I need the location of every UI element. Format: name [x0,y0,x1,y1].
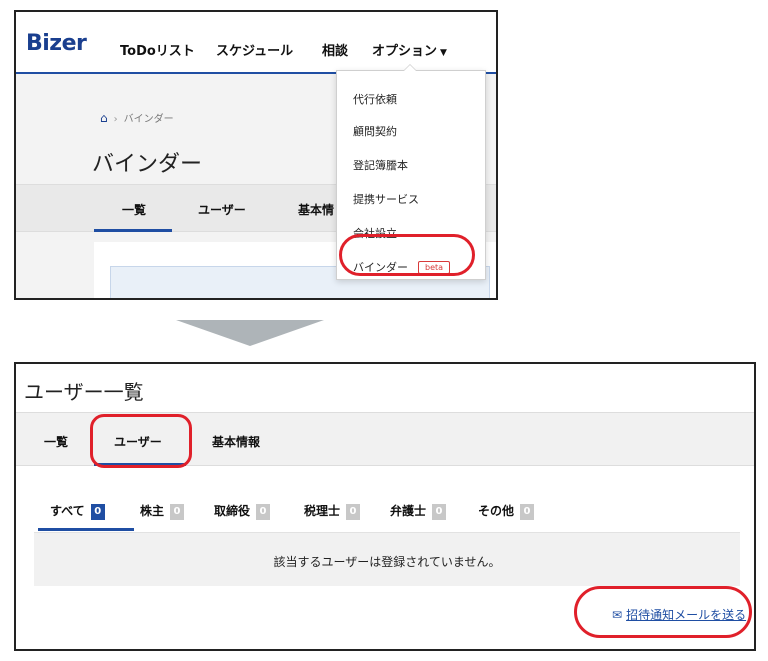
chevron-right-icon: › [113,114,118,125]
filter-label: 株主 [140,504,165,518]
highlight-invite-link [574,586,752,638]
count-badge: 0 [432,504,447,520]
breadcrumb-current: バインダー [123,114,174,125]
menu-item-proxy-request[interactable]: 代行依頼 [353,91,397,107]
nav-schedule[interactable]: スケジュール [216,40,293,59]
nav-option-label: オプション [372,44,438,59]
breadcrumb: ⌂ › バインダー [100,110,174,125]
active-filter-indicator [38,528,134,531]
page-title: バインダー [92,152,203,177]
menu-item-registry-copy[interactable]: 登記簿謄本 [353,157,408,173]
tab-users[interactable]: ユーザー [198,201,246,218]
top-header: Bizer ToDoリスト スケジュール 相談 オプション ▼ [16,12,496,74]
tab-list[interactable]: 一覧 [44,433,68,450]
filter-label: 弁護士 [390,504,427,518]
filter-all[interactable]: すべて 0 [50,502,105,520]
tab-basic-info[interactable]: 基本情 [298,201,334,218]
page-title: ユーザー一覧 [24,380,144,404]
filter-director[interactable]: 取締役 0 [214,502,271,520]
highlight-users-tab [90,414,192,468]
filter-lawyer[interactable]: 弁護士 0 [390,502,447,520]
tab-basic-info[interactable]: 基本情報 [212,433,260,450]
count-badge: 0 [90,504,105,520]
bottom-screenshot-panel: ユーザー一覧 一覧 ユーザー 基本情報 すべて 0 株主 0 取締役 0 税理士 0 弁… [14,362,756,651]
caret-down-icon: ▼ [440,48,447,58]
count-badge: 0 [346,504,361,520]
empty-state-message: 該当するユーザーは登録されていません。 [273,555,501,569]
tab-list[interactable]: 一覧 [122,201,146,218]
nav-option[interactable]: オプション ▼ [372,40,447,59]
filter-label: その他 [478,504,515,518]
menu-item-partner-services[interactable]: 提携サービス [353,191,419,207]
count-badge: 0 [256,504,271,520]
down-arrow-icon [176,320,324,346]
filter-tax-accountant[interactable]: 税理士 0 [304,502,361,520]
filter-label: 税理士 [304,504,341,518]
menu-item-advisory-contract[interactable]: 顧問契約 [353,123,397,139]
count-badge: 0 [520,504,535,520]
filter-label: すべて [50,504,85,518]
filter-other[interactable]: その他 0 [478,502,535,520]
nav-consult[interactable]: 相談 [322,40,348,59]
home-icon[interactable]: ⌂ [100,111,108,125]
top-screenshot-panel: Bizer ToDoリスト スケジュール 相談 オプション ▼ ⌂ › バインダー バ… [14,10,498,300]
role-filter-tabs: すべて 0 株主 0 取締役 0 税理士 0 弁護士 0 その他 0 [34,498,752,534]
active-tab-indicator [94,229,172,232]
filter-label: 取締役 [214,504,251,518]
brand-logo[interactable]: Bizer [26,31,87,56]
empty-state-box: 該当するユーザーは登録されていません。 [34,532,740,586]
highlight-binder-menu [339,234,475,276]
count-badge: 0 [170,504,185,520]
filter-shareholder[interactable]: 株主 0 [140,502,185,520]
nav-todo[interactable]: ToDoリスト [120,40,195,59]
